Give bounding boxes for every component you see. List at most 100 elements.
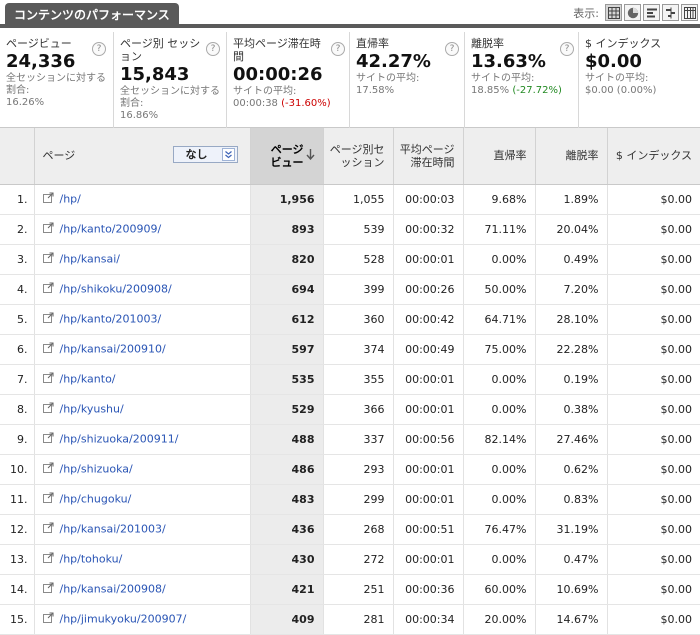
exit-rate-cell: 22.28% [534, 334, 607, 365]
metric-value: 13.63% [471, 51, 546, 72]
index-cell: $0.00 [606, 274, 700, 305]
sessions-cell: 528 [322, 244, 393, 275]
pageviews-cell: 436 [249, 514, 323, 545]
page-cell: /hp/kanto/200909/ [33, 214, 250, 245]
table-view-icon[interactable] [605, 4, 622, 21]
column-header-avg-time[interactable]: 平均ページ滞在時間 [392, 128, 463, 185]
column-header-label: ページ [42, 149, 76, 163]
avg-time-cell: 00:00:42 [392, 304, 463, 335]
report-header: コンテンツのパフォーマンス 表示: [0, 0, 700, 28]
page-link[interactable]: /hp/kanto/ [60, 373, 116, 386]
page-link[interactable]: /hp/shikoku/200908/ [60, 283, 172, 296]
page-link[interactable]: /hp/kanto/200909/ [60, 223, 162, 236]
external-link-icon[interactable] [42, 282, 54, 296]
metric-delta: (-31.60%) [281, 98, 331, 109]
sessions-cell: 272 [322, 544, 393, 575]
exit-rate-cell: 0.19% [534, 364, 607, 395]
pageviews-cell: 612 [249, 304, 323, 335]
page-link[interactable]: /hp/ [60, 193, 81, 206]
help-icon[interactable]: ? [560, 42, 574, 56]
sessions-cell: 355 [322, 364, 393, 395]
index-cell: $0.00 [606, 214, 700, 245]
pie-view-icon[interactable] [624, 4, 641, 21]
metric-sub-row: 18.85% (-27.72%) [471, 85, 574, 97]
metric-value: 00:00:26 [233, 64, 323, 85]
exit-rate-cell: 10.69% [534, 574, 607, 605]
page-link[interactable]: /hp/kansai/201003/ [60, 523, 166, 536]
external-link-icon[interactable] [42, 582, 54, 596]
metric-card-sessions: ページ別 セッション 15,843 全セッションに対する割合: 16.86% ? [114, 32, 227, 128]
metric-label: 平均ページ滞在時間 [233, 37, 321, 63]
exit-rate-cell: 0.38% [534, 394, 607, 425]
external-link-icon[interactable] [42, 402, 54, 416]
sessions-cell: 399 [322, 274, 393, 305]
column-header-index-value[interactable]: $ インデックス [606, 128, 700, 185]
metric-sub-label: サイトの平均: [233, 86, 297, 97]
page-link[interactable]: /hp/jimukyoku/200907/ [60, 613, 187, 626]
row-index: 6. [0, 334, 34, 365]
external-link-icon[interactable] [42, 252, 54, 266]
metric-label: $ インデックス [585, 37, 662, 50]
row-index: 4. [0, 274, 34, 305]
page-link[interactable]: /hp/shizuoka/200911/ [60, 433, 179, 446]
page-link[interactable]: /hp/kansai/ [60, 253, 121, 266]
external-link-icon[interactable] [42, 312, 54, 326]
help-icon[interactable]: ? [445, 42, 459, 56]
sessions-cell: 539 [322, 214, 393, 245]
help-icon[interactable]: ? [206, 42, 220, 56]
bounce-rate-cell: 0.00% [462, 244, 535, 275]
page-cell: /hp/kyushu/ [33, 394, 250, 425]
bounce-rate-cell: 0.00% [462, 454, 535, 485]
table-row: 10. /hp/shizuoka/486 293 00:00:01 0.00% 0.62%… [0, 454, 700, 485]
page-link[interactable]: /hp/kansai/200908/ [60, 583, 166, 596]
page-link[interactable]: /hp/tohoku/ [60, 553, 123, 566]
external-link-icon[interactable] [42, 432, 54, 446]
row-index: 15. [0, 604, 34, 635]
column-header-exit-rate[interactable]: 離脱率 [534, 128, 607, 185]
page-link[interactable]: /hp/kansai/200910/ [60, 343, 166, 356]
performance-view-icon[interactable] [643, 4, 660, 21]
external-link-icon[interactable] [42, 372, 54, 386]
help-icon[interactable]: ? [331, 42, 345, 56]
secondary-dimension-select[interactable]: なし [172, 146, 238, 163]
sessions-cell: 366 [322, 394, 393, 425]
page-link[interactable]: /hp/kyushu/ [60, 403, 124, 416]
table-row: 3. /hp/kansai/820 528 00:00:01 0.00% 0.49% $0.… [0, 244, 700, 275]
sessions-cell: 281 [322, 604, 393, 635]
bounce-rate-cell: 76.47% [462, 514, 535, 545]
help-icon[interactable]: ? [92, 42, 106, 56]
index-cell: $0.00 [606, 604, 700, 635]
exit-rate-cell: 14.67% [534, 604, 607, 635]
index-cell: $0.00 [606, 424, 700, 455]
pageviews-cell: 430 [249, 544, 323, 575]
external-link-icon[interactable] [42, 522, 54, 536]
external-link-icon[interactable] [42, 612, 54, 626]
column-header-pageviews[interactable]: ページビュー [249, 128, 323, 185]
pageviews-cell: 488 [249, 424, 323, 455]
page-link[interactable]: /hp/shizuoka/ [60, 463, 133, 476]
page-cell: /hp/shizuoka/ [33, 454, 250, 485]
bounce-rate-cell: 0.00% [462, 544, 535, 575]
page-link[interactable]: /hp/kanto/201003/ [60, 313, 162, 326]
page-cell: /hp/kanto/201003/ [33, 304, 250, 335]
column-header-page[interactable]: ページ なし [33, 128, 250, 185]
exit-rate-cell: 31.19% [534, 514, 607, 545]
avg-time-cell: 00:00:03 [392, 184, 463, 215]
metric-sub-label: サイトの平均: [356, 73, 420, 84]
column-header-bounce-rate[interactable]: 直帰率 [462, 128, 535, 185]
pivot-view-icon[interactable] [681, 4, 698, 21]
page-cell: /hp/jimukyoku/200907/ [33, 604, 250, 635]
external-link-icon[interactable] [42, 552, 54, 566]
external-link-icon[interactable] [42, 492, 54, 506]
report-title-tab: コンテンツのパフォーマンス [5, 3, 179, 28]
metric-value: 42.27% [356, 51, 431, 72]
external-link-icon[interactable] [42, 342, 54, 356]
external-link-icon[interactable] [42, 462, 54, 476]
row-index: 12. [0, 514, 34, 545]
column-header-sessions[interactable]: ページ別セッション [322, 128, 393, 185]
table-row: 7. /hp/kanto/535 355 00:00:01 0.00% 0.19% $0.0… [0, 364, 700, 395]
comparison-view-icon[interactable] [662, 4, 679, 21]
page-link[interactable]: /hp/chugoku/ [60, 493, 132, 506]
external-link-icon[interactable] [42, 192, 54, 206]
external-link-icon[interactable] [42, 222, 54, 236]
